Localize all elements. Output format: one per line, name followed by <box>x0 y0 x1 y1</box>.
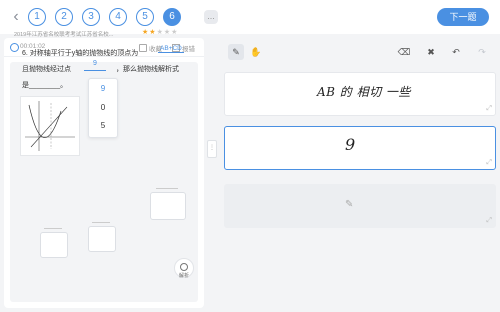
question-text-line-2a: 且抛物线经过点 <box>22 66 71 73</box>
expand-icon[interactable]: ⤢ <box>486 217 492 225</box>
expand-icon[interactable]: ⤢ <box>486 105 492 113</box>
question-text-line-1: 6. 对称轴平行于y轴的抛物线的顶点为 <box>22 50 139 57</box>
dropdown-option[interactable]: 5 <box>89 119 117 133</box>
eraser-icon[interactable]: ⌫ <box>396 44 412 60</box>
question-text-line-2b: ，那么抛物线解析式 <box>116 66 179 73</box>
question-nav-item-4[interactable]: 4 <box>109 8 127 26</box>
clock-icon <box>10 43 19 52</box>
graph-figure <box>25 101 75 151</box>
hand-icon[interactable]: ✋ <box>248 44 264 60</box>
answer-panel: ✎ ✋ ⌫ ✖ ↶ ↷ AB 的 相切 一些 ⤢ 9 ⤢ ✎ ⤢ <box>218 38 500 312</box>
answer-box-2[interactable]: 9 ⤢ <box>224 126 496 170</box>
question-nav: 1 2 3 4 5 6 <box>28 8 181 26</box>
question-nav-item-6[interactable]: 6 <box>163 8 181 26</box>
dropdown-option[interactable]: 0 <box>89 101 117 115</box>
clear-icon[interactable]: ✖ <box>423 44 439 60</box>
drag-option-handle <box>44 228 62 229</box>
next-question-button[interactable]: 下一题 <box>437 8 489 26</box>
redo-icon[interactable]: ↷ <box>474 44 490 60</box>
question-nav-item-2[interactable]: 2 <box>55 8 73 26</box>
expand-icon[interactable]: ⤢ <box>486 159 492 167</box>
question-nav-item-3[interactable]: 3 <box>82 8 100 26</box>
answer-dropdown[interactable]: 9 0 5 <box>88 78 118 138</box>
handwritten-answer-2: 9 <box>345 135 356 154</box>
question-text-line-3: 是________。 <box>22 82 68 89</box>
explanation-button[interactable]: 解析 <box>174 258 194 279</box>
drag-option-handle <box>92 222 110 223</box>
question-source: 2019年江苏省名校联考考试江苏省名校... <box>14 32 114 38</box>
undo-icon[interactable]: ↶ <box>448 44 464 60</box>
answer-blank-2[interactable]: 9 <box>84 60 106 71</box>
panel-divider-handle[interactable]: ⋮ <box>207 140 217 158</box>
top-bar: ‹ 1 2 3 4 5 6 ... 下一题 <box>0 0 500 34</box>
star-empty-icon: ★ <box>171 29 179 36</box>
question-nav-item-5[interactable]: 5 <box>136 8 154 26</box>
explanation-label: 解析 <box>178 273 189 279</box>
drag-option-box[interactable] <box>40 232 68 258</box>
star-empty-icon: ★ <box>156 29 164 36</box>
dropdown-option[interactable]: 9 <box>89 82 117 96</box>
back-chevron-icon[interactable]: ‹ <box>8 8 24 26</box>
more-questions-button[interactable]: ... <box>204 10 218 24</box>
parabola-graph <box>20 96 80 156</box>
report-error-label: 报错 <box>182 46 195 53</box>
pen-icon[interactable]: ✎ <box>228 44 244 60</box>
handwritten-answer-1: AB 的 相切 一些 <box>317 85 411 99</box>
answer-box-1[interactable]: AB 的 相切 一些 ⤢ <box>224 72 496 116</box>
answer-box-3[interactable]: ✎ ⤢ <box>224 184 496 228</box>
answer-blank-1[interactable]: AB+CD <box>158 45 184 53</box>
star-outline-icon <box>139 44 147 52</box>
difficulty-stars: ★★★★★ <box>142 28 178 36</box>
drag-option-box[interactable] <box>88 226 116 252</box>
pencil-icon: ✎ <box>345 199 354 210</box>
drag-option-handle <box>156 188 178 189</box>
question-nav-item-1[interactable]: 1 <box>28 8 46 26</box>
star-filled-icon: ★ <box>149 29 157 36</box>
drag-option-box[interactable] <box>150 192 186 220</box>
lightbulb-icon <box>180 263 188 271</box>
